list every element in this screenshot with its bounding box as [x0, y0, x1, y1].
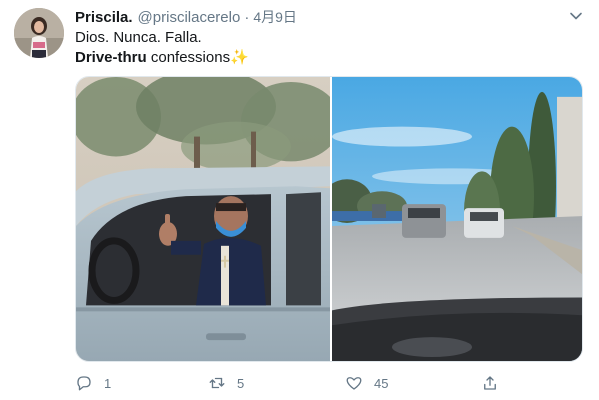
- retweet-count: 5: [237, 375, 245, 391]
- chevron-down-icon[interactable]: [568, 8, 584, 24]
- user-handle[interactable]: @priscilacerelo: [138, 9, 241, 26]
- tweet-text-rest: confessions: [146, 49, 231, 66]
- share-icon: [481, 374, 499, 392]
- tweet-media[interactable]: [75, 76, 583, 362]
- tweet-date[interactable]: 4月9日: [253, 7, 297, 27]
- header-separator: ·: [244, 9, 250, 26]
- like-button[interactable]: 45: [345, 372, 388, 394]
- reply-icon: [75, 374, 93, 392]
- photo-priest-in-car[interactable]: [76, 77, 330, 361]
- avatar[interactable]: [14, 8, 64, 58]
- heart-icon: [345, 374, 363, 392]
- retweet-icon: [208, 374, 226, 392]
- sparkles-icon: ✨: [230, 49, 249, 66]
- tweet[interactable]: Priscila. @priscilacerelo · 4月9日 Dios. N…: [0, 0, 599, 400]
- tweet-text-bold: Drive-thru: [75, 49, 147, 66]
- tweet-text-line-2: Drive-thru confessions✨: [75, 48, 249, 68]
- tweet-header: Priscila. @priscilacerelo · 4月9日: [75, 7, 297, 27]
- retweet-button[interactable]: 5: [208, 372, 244, 394]
- reply-button[interactable]: 1: [75, 372, 111, 394]
- tweet-text: Dios. Nunca. Falla. Drive-thru confessio…: [75, 28, 249, 68]
- reply-count: 1: [104, 375, 112, 391]
- display-name[interactable]: Priscila.: [75, 9, 133, 26]
- tweet-actions: 1 5 45: [75, 372, 505, 394]
- tweet-text-line-1: Dios. Nunca. Falla.: [75, 29, 202, 46]
- photo-road-with-cars[interactable]: [332, 77, 582, 361]
- like-count: 45: [374, 375, 389, 391]
- share-button[interactable]: [481, 372, 499, 394]
